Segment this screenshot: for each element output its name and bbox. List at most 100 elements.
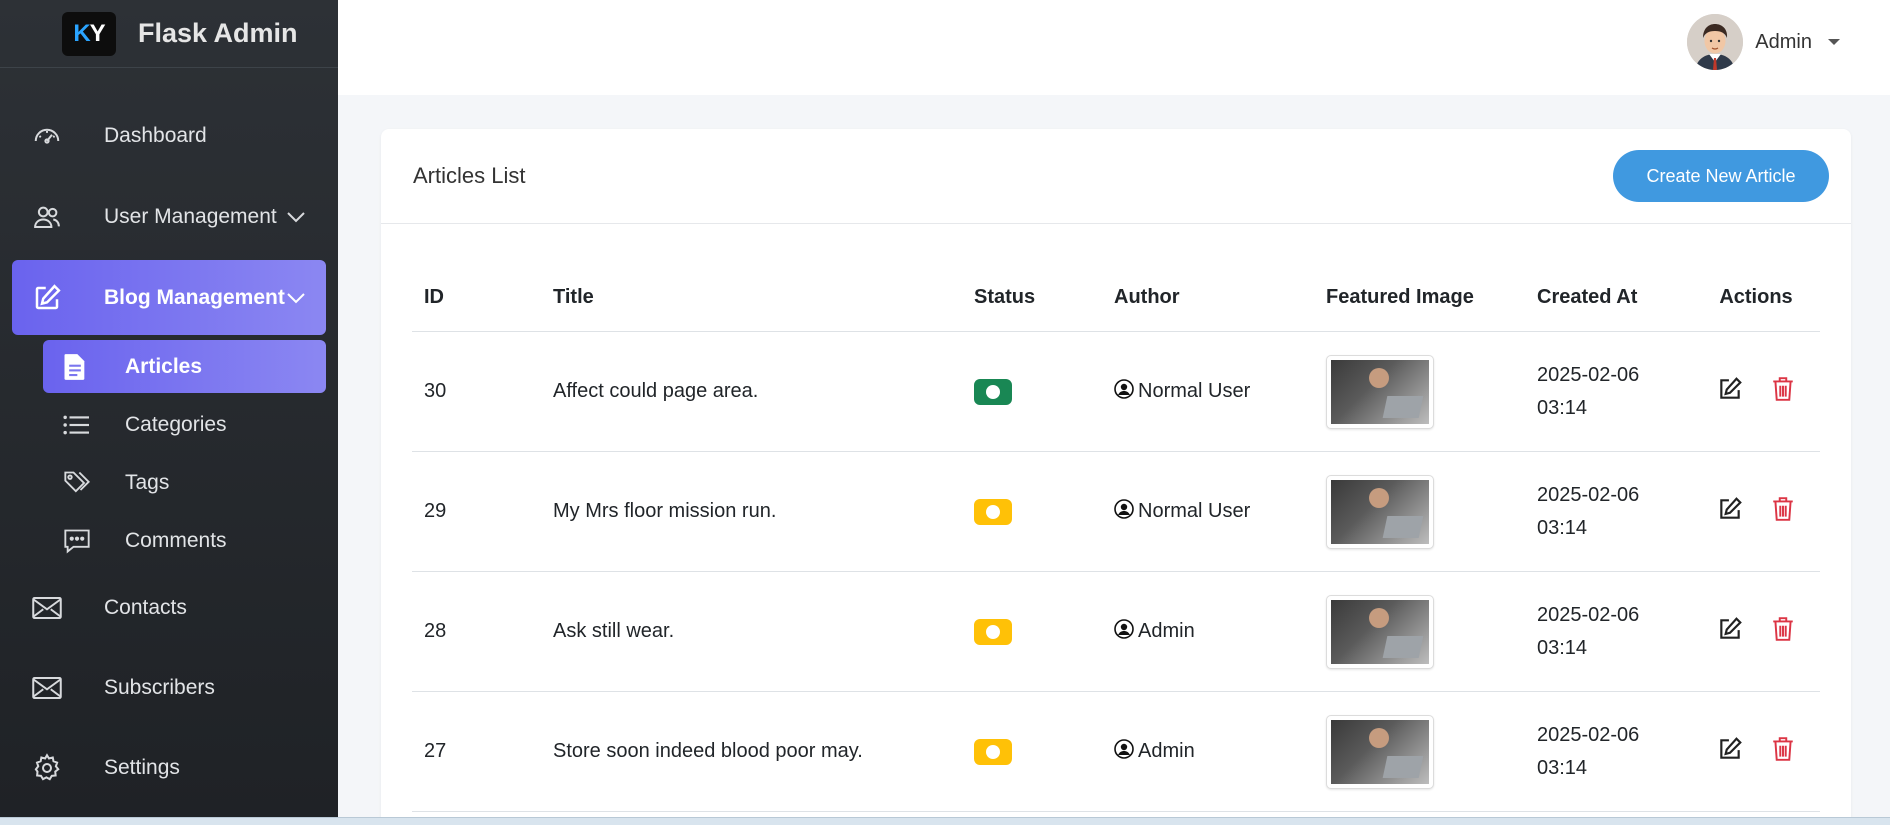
cell-title[interactable]: My Mrs floor mission run. [553, 500, 974, 523]
column-header-status[interactable]: Status [974, 286, 1114, 309]
file-icon [63, 353, 99, 381]
create-article-button[interactable]: Create New Article [1613, 150, 1829, 202]
sidebar-item-dashboard[interactable]: Dashboard [12, 98, 326, 174]
status-toggle[interactable] [974, 738, 1012, 765]
cell-title[interactable]: Store soon indeed blood poor may. [553, 740, 974, 763]
users-icon [32, 202, 82, 232]
column-header-title[interactable]: Title [553, 286, 974, 309]
sidebar-item-contacts[interactable]: Contacts [12, 570, 326, 646]
table-row: 29 My Mrs floor mission run. Normal User… [412, 452, 1820, 572]
edit-icon[interactable] [1717, 616, 1743, 648]
author-name: Normal User [1138, 500, 1251, 522]
created-time: 03:14 [1537, 756, 1588, 779]
articles-table: ID Title Status Author Featured Image Cr… [412, 264, 1820, 812]
envelope-icon [32, 676, 82, 700]
sidebar-item-comments[interactable]: Comments [43, 514, 326, 567]
page-title: Articles List [413, 163, 526, 188]
cell-title[interactable]: Ask still wear. [553, 620, 974, 643]
table-body: 30 Affect could page area. Normal User 2… [412, 332, 1820, 812]
tags-icon [63, 469, 99, 497]
brand-name: Flask Admin [138, 18, 298, 48]
user-name: Admin [1755, 30, 1812, 53]
cell-id: 30 [424, 380, 447, 402]
edit-icon [32, 283, 82, 313]
edit-icon[interactable] [1717, 496, 1743, 528]
column-header-actions: Actions [1719, 286, 1793, 308]
column-header-featured-image[interactable]: Featured Image [1326, 286, 1537, 309]
cell-id: 28 [424, 620, 447, 642]
sidebar-item-categories[interactable]: Categories [43, 398, 326, 451]
envelope-icon [32, 596, 82, 620]
featured-image-thumbnail[interactable] [1326, 354, 1434, 429]
user-circle-icon [1114, 618, 1134, 645]
sidebar-item-user-management[interactable]: User Management [12, 179, 326, 255]
cell-status [974, 618, 1114, 645]
user-circle-icon [1114, 378, 1134, 405]
cell-actions [1692, 736, 1820, 768]
cell-featured-image [1326, 354, 1537, 429]
created-time: 03:14 [1537, 516, 1588, 539]
caret-down-icon [1828, 39, 1840, 45]
sidebar-item-articles[interactable]: Articles [43, 340, 326, 393]
chevron-down-icon [286, 205, 306, 229]
sidebar: KY Flask Admin Dashboard User Management [0, 0, 338, 817]
chevron-down-icon [286, 286, 306, 310]
comment-icon [63, 528, 99, 554]
cell-author: Normal User [1114, 498, 1326, 525]
column-header-author[interactable]: Author [1114, 286, 1326, 309]
trash-icon[interactable] [1771, 616, 1795, 648]
cell-title[interactable]: Affect could page area. [553, 380, 974, 403]
featured-image-thumbnail[interactable] [1326, 474, 1434, 549]
cell-author: Admin [1114, 738, 1326, 765]
featured-image-thumbnail[interactable] [1326, 594, 1434, 669]
sidebar-item-subscribers[interactable]: Subscribers [12, 650, 326, 726]
sidebar-item-tags[interactable]: Tags [43, 456, 326, 509]
cell-status [974, 378, 1114, 405]
cell-featured-image [1326, 714, 1537, 789]
avatar [1687, 14, 1744, 70]
table-row: 27 Store soon indeed blood poor may. Adm… [412, 692, 1820, 812]
created-date: 2025-02-06 [1537, 603, 1640, 626]
author-name: Normal User [1138, 380, 1251, 402]
cell-id: 29 [424, 500, 447, 522]
created-date: 2025-02-06 [1537, 483, 1640, 506]
sidebar-item-settings[interactable]: Settings [12, 730, 326, 806]
table-row: 28 Ask still wear. Admin 2025-02-06 03:1… [412, 572, 1820, 692]
user-circle-icon [1114, 738, 1134, 765]
column-header-created-at[interactable]: Created At [1537, 281, 1692, 314]
sidebar-item-blog-management[interactable]: Blog Management [12, 260, 326, 335]
author-name: Admin [1138, 620, 1195, 642]
status-toggle[interactable] [974, 618, 1012, 645]
articles-card: Articles List Create New Article ID Titl… [381, 129, 1851, 825]
cell-created-at: 2025-02-06 03:14 [1537, 599, 1692, 665]
user-menu[interactable]: Admin [1687, 14, 1840, 70]
card-header: Articles List Create New Article [381, 129, 1851, 224]
cell-created-at: 2025-02-06 03:14 [1537, 719, 1692, 785]
cell-id: 27 [424, 740, 447, 762]
cell-author: Normal User [1114, 378, 1326, 405]
dashboard-icon [32, 121, 82, 151]
list-icon [63, 414, 99, 436]
cell-actions [1692, 616, 1820, 648]
trash-icon[interactable] [1771, 736, 1795, 768]
edit-icon[interactable] [1717, 736, 1743, 768]
edit-icon[interactable] [1717, 376, 1743, 408]
status-toggle[interactable] [974, 498, 1012, 525]
created-date: 2025-02-06 [1537, 363, 1640, 386]
brand-logo: KY [62, 11, 116, 56]
featured-image-thumbnail[interactable] [1326, 714, 1434, 789]
brand[interactable]: KY Flask Admin [0, 0, 338, 68]
author-name: Admin [1138, 740, 1195, 762]
cell-actions [1692, 496, 1820, 528]
cell-created-at: 2025-02-06 03:14 [1537, 359, 1692, 425]
status-toggle[interactable] [974, 378, 1012, 405]
column-header-id[interactable]: ID [412, 286, 553, 309]
cell-featured-image [1326, 594, 1537, 669]
trash-icon[interactable] [1771, 376, 1795, 408]
created-time: 03:14 [1537, 636, 1588, 659]
cell-featured-image [1326, 474, 1537, 549]
cell-status [974, 498, 1114, 525]
created-time: 03:14 [1537, 396, 1588, 419]
trash-icon[interactable] [1771, 496, 1795, 528]
gear-icon [32, 753, 82, 783]
